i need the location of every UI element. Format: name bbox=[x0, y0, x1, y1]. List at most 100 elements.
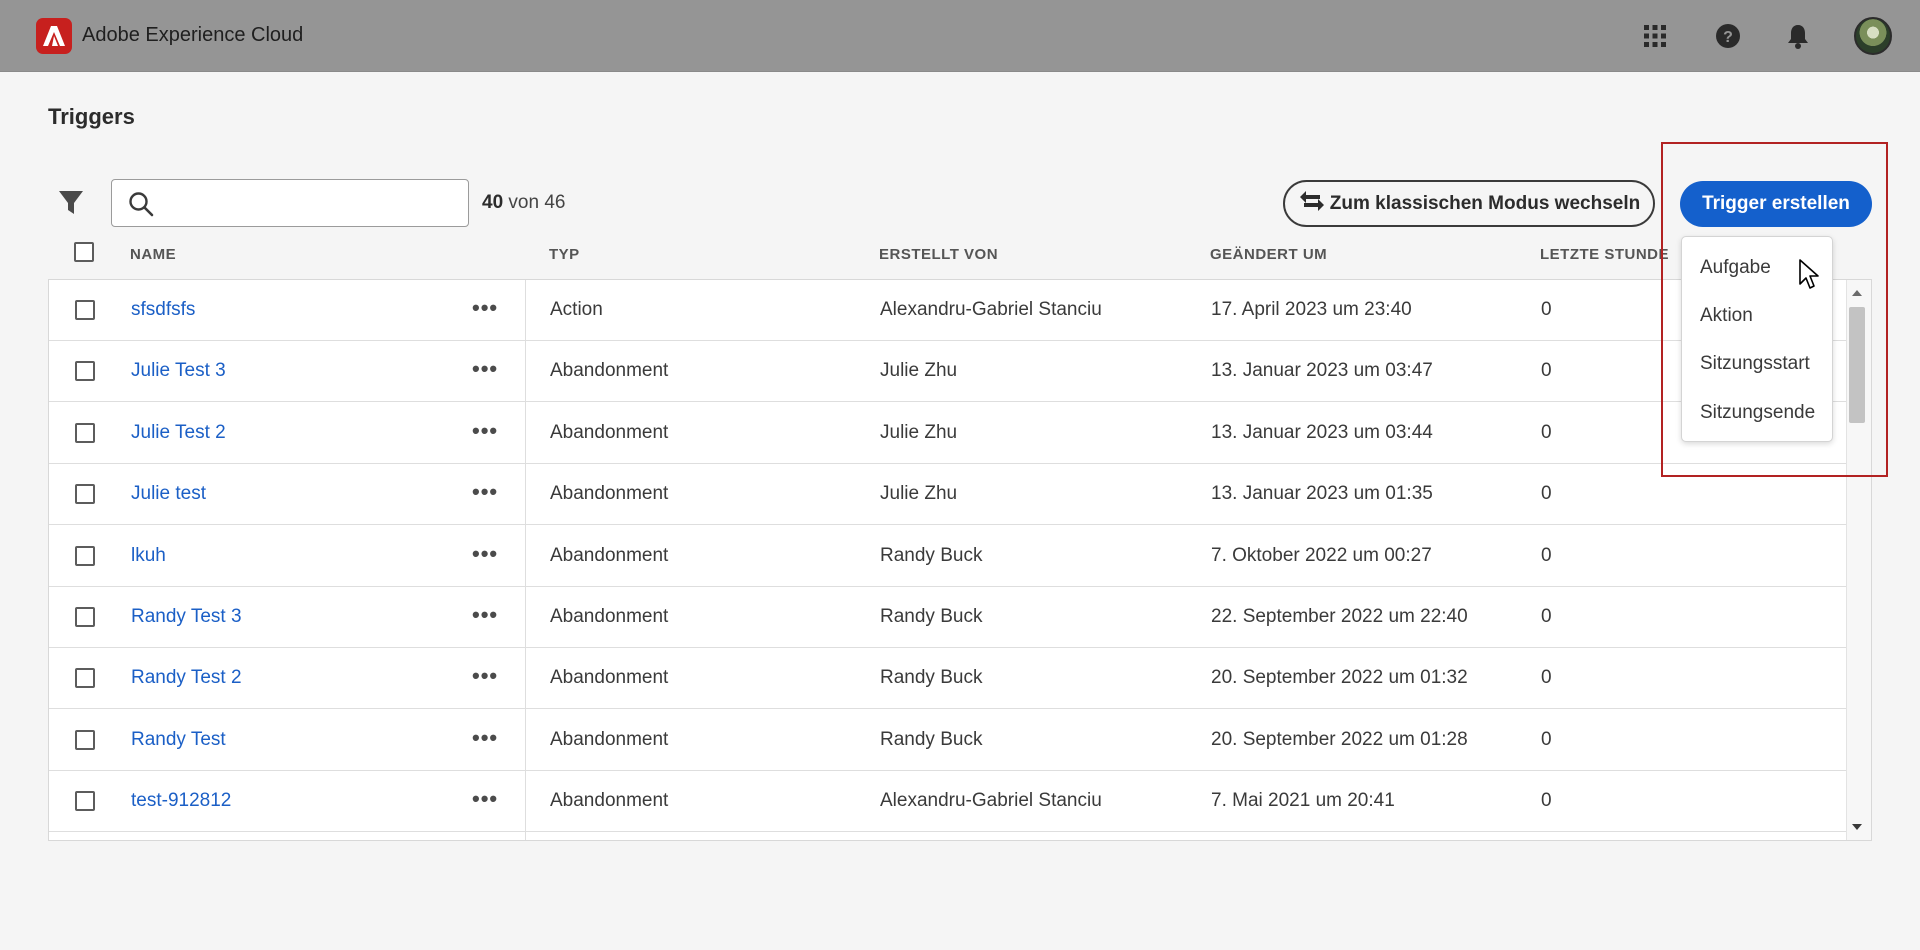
trigger-modified: 7. Mai 2021 um 20:41 bbox=[1211, 790, 1395, 812]
svg-text:?: ? bbox=[1723, 29, 1733, 46]
row-checkbox[interactable] bbox=[75, 668, 95, 689]
trigger-type: Abandonment bbox=[550, 728, 669, 750]
trigger-name-link[interactable]: lkuh bbox=[131, 545, 166, 567]
more-options-icon[interactable]: ••• bbox=[472, 726, 498, 748]
switch-arrows-icon bbox=[1298, 190, 1326, 218]
trigger-type: Abandonment bbox=[550, 421, 669, 443]
row-checkbox[interactable] bbox=[75, 300, 95, 320]
trigger-type: Abandonment bbox=[550, 667, 669, 689]
row-checkbox[interactable] bbox=[75, 729, 95, 750]
column-header-created-by[interactable]: ERSTELLT VON bbox=[879, 246, 998, 263]
trigger-name-link[interactable]: test-912812 bbox=[131, 790, 231, 812]
row-checkbox[interactable] bbox=[75, 791, 95, 812]
top-header: Adobe Experience Cloud ? bbox=[0, 0, 1920, 72]
mouse-cursor-icon bbox=[1799, 259, 1819, 289]
trigger-last-hour: 0 bbox=[1541, 299, 1552, 320]
row-checkbox[interactable] bbox=[75, 484, 95, 505]
column-header-last-hour[interactable]: LETZTE STUNDE bbox=[1540, 246, 1669, 263]
column-header-name[interactable]: NAME bbox=[130, 246, 176, 263]
more-options-icon[interactable]: ••• bbox=[472, 665, 498, 687]
trigger-modified: 13. Januar 2023 um 03:47 bbox=[1211, 360, 1433, 382]
more-options-icon[interactable]: ••• bbox=[472, 297, 498, 319]
scrollbar-thumb[interactable] bbox=[1849, 307, 1865, 423]
table-row[interactable]: Randy Test ••• Abandonment Randy Buck 20. Se… bbox=[49, 710, 1846, 771]
avatar[interactable] bbox=[1854, 17, 1892, 55]
menu-item-sitzungsstart[interactable]: Sitzungsstart bbox=[1700, 353, 1810, 375]
trigger-name-link[interactable]: Randy Test 2 bbox=[131, 667, 242, 689]
apps-grid-icon[interactable] bbox=[1637, 18, 1673, 54]
create-trigger-button[interactable]: Trigger erstellen bbox=[1680, 181, 1872, 227]
trigger-created-by: Julie Zhu bbox=[880, 483, 958, 505]
trigger-name-link[interactable]: Julie Test 2 bbox=[131, 422, 226, 444]
trigger-name-link[interactable]: Randy Test bbox=[131, 729, 226, 751]
trigger-created-by: Randy Buck bbox=[880, 667, 983, 689]
more-options-icon[interactable]: ••• bbox=[472, 481, 498, 503]
trigger-last-hour: 0 bbox=[1541, 544, 1552, 566]
trigger-modified: 22. September 2022 um 22:40 bbox=[1211, 606, 1468, 627]
trigger-last-hour: 0 bbox=[1541, 483, 1552, 505]
trigger-modified: 7. Oktober 2022 um 00:27 bbox=[1211, 544, 1432, 566]
trigger-name-link[interactable]: Randy Test 3 bbox=[131, 606, 242, 628]
menu-item-aktion[interactable]: Aktion bbox=[1700, 305, 1753, 327]
trigger-name-link[interactable]: Julie Test 3 bbox=[131, 360, 226, 382]
filter-icon[interactable] bbox=[58, 189, 84, 217]
trigger-type: Abandonment bbox=[550, 606, 669, 627]
app-title[interactable]: Adobe Experience Cloud bbox=[82, 24, 303, 47]
table-row[interactable]: test-912812 ••• Abandonment Alexandru-Gabri… bbox=[49, 771, 1846, 833]
trigger-modified: 20. September 2022 um 01:28 bbox=[1211, 728, 1468, 750]
trigger-type: Action bbox=[550, 299, 603, 320]
trigger-modified: 20. September 2022 um 01:32 bbox=[1211, 667, 1468, 689]
trigger-created-by: Randy Buck bbox=[880, 606, 983, 627]
table-row[interactable]: sfsdfsfs ••• Action Alexandru-Gabriel Stanc… bbox=[49, 280, 1846, 341]
more-options-icon[interactable]: ••• bbox=[472, 358, 498, 380]
more-options-icon[interactable]: ••• bbox=[472, 604, 498, 626]
more-options-icon[interactable]: ••• bbox=[472, 542, 498, 564]
row-checkbox[interactable] bbox=[75, 545, 95, 566]
scroll-up-icon[interactable] bbox=[1851, 289, 1863, 297]
table-row[interactable]: Julie Test 3 ••• Abandonment Julie Zhu 13. J… bbox=[49, 341, 1846, 403]
trigger-created-by: Randy Buck bbox=[880, 544, 983, 566]
switch-classic-mode-button[interactable]: Zum klassischen Modus wechseln bbox=[1283, 180, 1655, 227]
table-row[interactable]: Julie Test 2 ••• Abandonment Julie Zhu 13. J… bbox=[49, 403, 1846, 464]
trigger-last-hour: 0 bbox=[1541, 667, 1552, 689]
table-row[interactable]: Julie test ••• Abandonment Julie Zhu 13. Jan… bbox=[49, 464, 1846, 526]
triggers-table: sfsdfsfs ••• Action Alexandru-Gabriel Stanc… bbox=[48, 279, 1872, 841]
search-input[interactable] bbox=[164, 186, 454, 220]
trigger-modified: 13. Januar 2023 um 01:35 bbox=[1211, 483, 1433, 505]
trigger-name-link[interactable]: Julie test bbox=[131, 483, 206, 505]
trigger-name-link[interactable]: sfsdfsfs bbox=[131, 299, 195, 321]
column-header-modified[interactable]: GEÄNDERT UM bbox=[1210, 246, 1327, 263]
column-header-type[interactable]: TYP bbox=[549, 246, 580, 263]
row-checkbox[interactable] bbox=[75, 422, 95, 443]
table-row[interactable]: lkuh ••• Abandonment Randy Buck 7. Oktober 2… bbox=[49, 526, 1846, 587]
more-options-icon[interactable]: ••• bbox=[472, 419, 498, 441]
trigger-last-hour: 0 bbox=[1541, 790, 1552, 812]
search-field[interactable] bbox=[111, 179, 469, 227]
page-title: Triggers bbox=[48, 104, 135, 129]
select-all-checkbox[interactable] bbox=[74, 242, 94, 262]
row-checkbox[interactable] bbox=[75, 607, 95, 627]
switch-classic-mode-label: Zum klassischen Modus wechseln bbox=[1329, 192, 1641, 214]
table-row[interactable]: Randy Test 2 ••• Abandonment Randy Buck 20. … bbox=[49, 648, 1846, 710]
search-icon bbox=[128, 191, 154, 222]
help-icon[interactable]: ? bbox=[1710, 18, 1746, 54]
trigger-created-by: Randy Buck bbox=[880, 728, 983, 750]
trigger-last-hour: 0 bbox=[1541, 728, 1552, 750]
menu-item-aufgabe[interactable]: Aufgabe bbox=[1700, 257, 1771, 279]
result-count: 40 von 46 bbox=[482, 192, 565, 214]
trigger-last-hour: 0 bbox=[1541, 606, 1552, 627]
trigger-created-by: Alexandru-Gabriel Stanciu bbox=[880, 790, 1102, 812]
scroll-down-icon[interactable] bbox=[1851, 823, 1863, 831]
trigger-created-by: Alexandru-Gabriel Stanciu bbox=[880, 299, 1102, 320]
more-options-icon[interactable]: ••• bbox=[472, 788, 498, 810]
trigger-type: Abandonment bbox=[550, 483, 669, 505]
trigger-type: Abandonment bbox=[550, 544, 669, 566]
trigger-created-by: Julie Zhu bbox=[880, 421, 958, 443]
bell-icon[interactable] bbox=[1780, 18, 1816, 54]
row-checkbox[interactable] bbox=[75, 361, 95, 382]
adobe-logo-icon[interactable] bbox=[36, 18, 72, 54]
menu-item-sitzungsende[interactable]: Sitzungsende bbox=[1700, 402, 1815, 424]
trigger-type: Abandonment bbox=[550, 360, 669, 382]
table-row[interactable]: Randy Test 3 ••• Abandonment Randy Buck 22. … bbox=[49, 587, 1846, 648]
trigger-last-hour: 0 bbox=[1541, 360, 1552, 382]
